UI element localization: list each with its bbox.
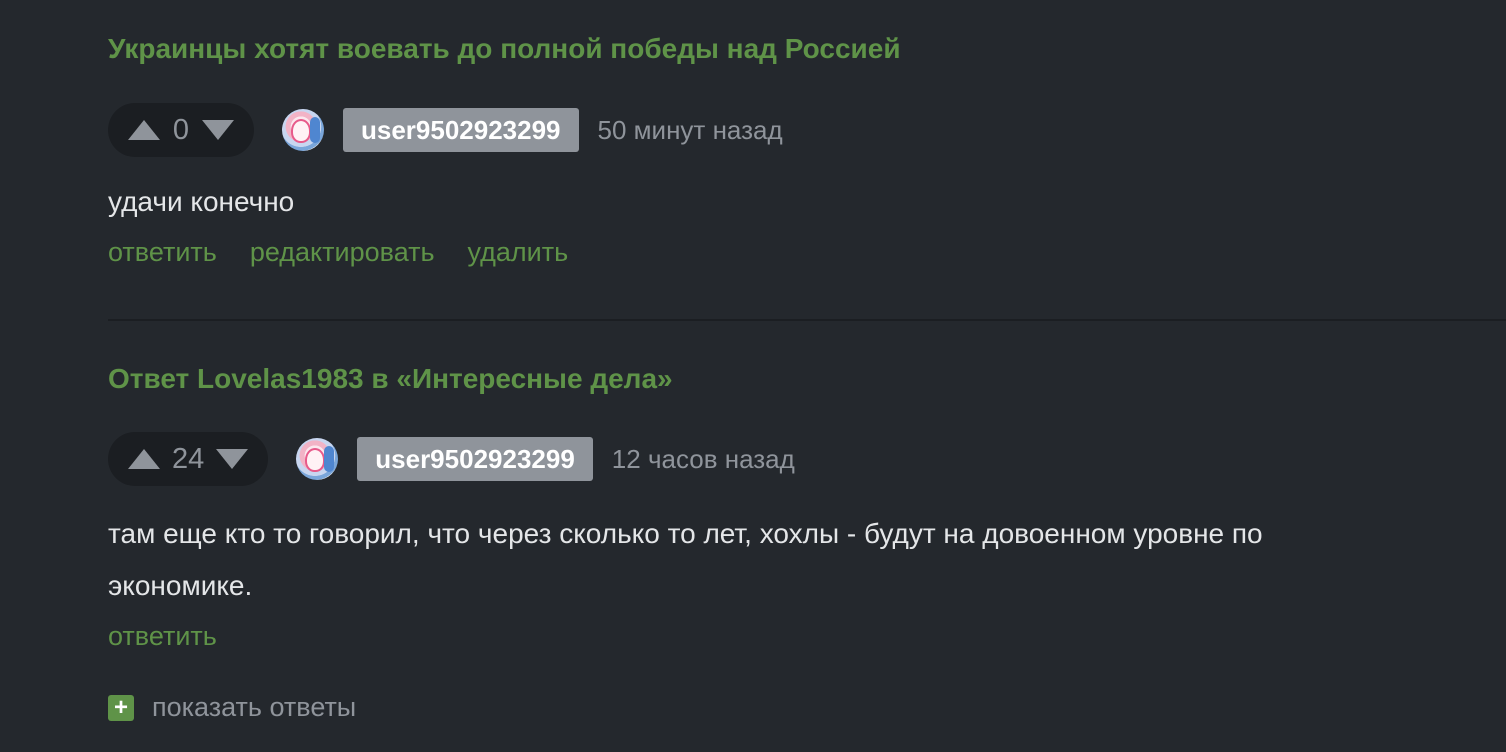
username-badge[interactable]: user9502923299 xyxy=(357,437,593,481)
rating-value: 0 xyxy=(172,113,190,146)
downvote-button[interactable] xyxy=(202,119,234,141)
rating-value: 24 xyxy=(172,442,205,475)
edit-link[interactable]: редактировать xyxy=(250,237,435,268)
story-title-link[interactable]: Украинцы хотят воевать до полной победы … xyxy=(108,28,901,70)
comment-actions: ответить редактировать удалить xyxy=(108,237,1506,268)
show-replies-button[interactable]: + показать ответы xyxy=(108,692,1506,723)
comment-time: 50 минут назад xyxy=(597,114,783,145)
avatar[interactable] xyxy=(296,438,339,480)
comment-time: 12 часов назад xyxy=(611,443,795,474)
story-title-link[interactable]: Ответ Lovelas1983 в «Интересные дела» xyxy=(108,358,673,400)
arrow-up-icon xyxy=(128,449,160,469)
plus-icon: + xyxy=(108,694,134,721)
comment-actions: ответить xyxy=(108,621,1506,652)
arrow-down-icon xyxy=(216,449,249,469)
comments-page: Украинцы хотят воевать до полной победы … xyxy=(0,0,1506,752)
comment: Украинцы хотят воевать до полной победы … xyxy=(108,28,1506,268)
reply-link[interactable]: ответить xyxy=(108,621,217,652)
upvote-button[interactable] xyxy=(128,448,160,470)
comment-header: 24 user9502923299 12 часов назад xyxy=(108,432,1506,486)
comment-header: 0 user9502923299 50 минут назад xyxy=(108,103,1506,157)
upvote-button[interactable] xyxy=(128,119,160,141)
rating-widget: 24 xyxy=(108,432,269,486)
show-replies-label: показать ответы xyxy=(152,692,357,722)
arrow-down-icon xyxy=(202,120,234,140)
reply-link[interactable]: ответить xyxy=(108,237,217,268)
arrow-up-icon xyxy=(128,120,160,140)
delete-link[interactable]: удалить xyxy=(468,237,569,268)
downvote-button[interactable] xyxy=(216,448,249,470)
rating-widget: 0 xyxy=(108,103,254,157)
comment-divider xyxy=(108,319,1506,321)
avatar[interactable] xyxy=(282,109,324,151)
username-badge[interactable]: user9502923299 xyxy=(343,108,579,152)
comment-text: удачи конечно xyxy=(108,186,295,217)
comment-text: там еще кто то говорил, что через скольк… xyxy=(108,518,1263,601)
comment: Ответ Lovelas1983 в «Интересные дела» 24… xyxy=(108,358,1506,723)
